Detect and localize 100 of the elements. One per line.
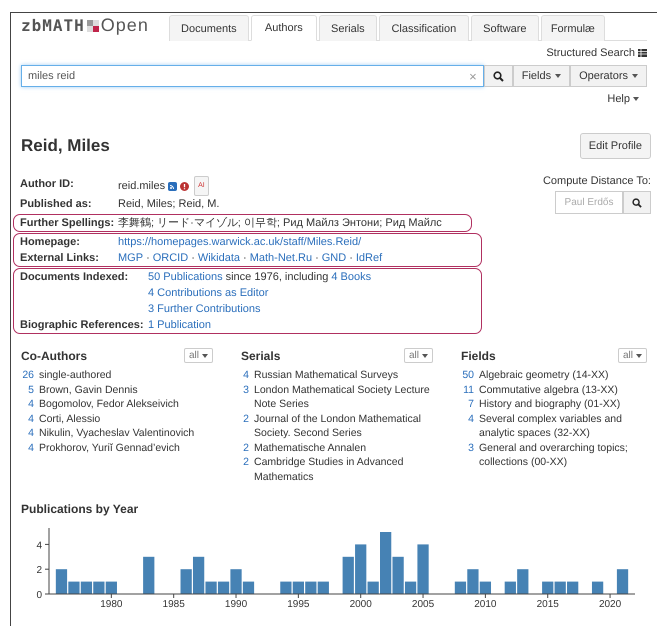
chart-bar	[554, 582, 566, 594]
help-menu[interactable]: Help	[607, 93, 630, 105]
list-item[interactable]: Brown, Gavin Dennis	[39, 382, 138, 397]
logo[interactable]: zbMATH Open	[21, 15, 149, 41]
list-item[interactable]: General and overarching topics; collections (00-XX)	[479, 440, 647, 470]
list-item[interactable]: History and biography (01-XX)	[479, 397, 620, 412]
list-item[interactable]: Mathematische Annalen	[254, 440, 366, 455]
author-name: Reid, Miles	[21, 136, 110, 156]
nav-tab[interactable]: Classification	[378, 15, 469, 41]
axis-label: 4	[36, 540, 42, 552]
list-item[interactable]: Nikulin, Vyacheslav Valentinovich	[39, 426, 194, 440]
filter-dropdown[interactable]: all	[184, 348, 213, 363]
search-field[interactable]: miles reid ×	[21, 65, 484, 87]
link[interactable]: 1 Publication	[148, 317, 211, 333]
nav-tab[interactable]: Software	[470, 15, 539, 41]
panel-title: Fields	[461, 348, 496, 362]
feed-icon[interactable]	[168, 182, 178, 190]
chart-bar	[292, 582, 304, 594]
filter-dropdown[interactable]: all	[404, 348, 433, 363]
nav-tab[interactable]: Formulæ	[540, 15, 605, 41]
field-label: Documents Indexed:	[20, 270, 130, 285]
link[interactable]: Math-Net.Ru	[250, 250, 312, 266]
axis-label: 2020	[598, 599, 622, 608]
caret-icon	[422, 354, 428, 358]
chart-bar	[93, 582, 104, 594]
count-link[interactable]: 4	[21, 440, 34, 455]
list-item[interactable]: Corti, Alessio	[39, 412, 100, 426]
field-label: Further Spellings:	[20, 216, 116, 231]
chart-bar	[592, 582, 604, 594]
field-label: External Links:	[20, 251, 100, 266]
search-button[interactable]	[484, 65, 513, 87]
count-link[interactable]: 4	[21, 426, 34, 440]
axis-label: 2	[36, 565, 42, 576]
compute-distance-label: Compute Distance To:	[542, 175, 651, 187]
field-value: since 1976, including	[226, 270, 328, 285]
count-link[interactable]: 2	[241, 455, 249, 484]
clear-icon[interactable]: ×	[469, 68, 477, 84]
count-link[interactable]: 3	[241, 382, 249, 412]
field-value: ·	[146, 251, 150, 266]
search-icon	[632, 198, 642, 208]
list-item[interactable]: single-authored	[39, 368, 112, 382]
nav-tab[interactable]: Serials	[318, 15, 377, 41]
list-item[interactable]: London Mathematical Society Lecture Note Series	[254, 382, 433, 412]
link[interactable]: IdRef	[356, 250, 382, 266]
caret-icon	[555, 74, 562, 78]
count-link[interactable]: 3	[461, 440, 474, 470]
chart-bar	[280, 582, 292, 594]
link[interactable]: 4 Contributions as Editor	[148, 285, 268, 301]
axis-label: 1995	[287, 599, 310, 608]
count-link[interactable]: 4	[241, 368, 249, 382]
count-link[interactable]: 26	[21, 368, 34, 382]
list-item[interactable]: Several complex variables and analytic spaces (32-XX)	[479, 412, 647, 440]
link[interactable]: Wikidata	[198, 250, 240, 266]
list-item[interactable]: Cambridge Studies in Advanced Mathematics	[254, 455, 433, 484]
nav-tab[interactable]: Authors	[250, 15, 317, 41]
list-item[interactable]: Algebraic geometry (14-XX)	[479, 368, 609, 382]
logo-text: Open	[100, 15, 149, 36]
chart-title: Publications by Year	[21, 502, 140, 516]
structured-search-link[interactable]: Structured Search	[546, 47, 635, 59]
link[interactable]: GND	[322, 250, 346, 266]
field-value: ·	[315, 251, 319, 266]
chart-bar	[305, 582, 316, 594]
list-item[interactable]: Bogomolov, Fedor Alekseivich	[39, 397, 179, 412]
count-link[interactable]: 11	[461, 382, 474, 397]
list-item[interactable]: Prokhorov, Yuriĭ Gennad’evich	[39, 440, 180, 455]
link[interactable]: 50 Publications	[148, 269, 223, 285]
filter-dropdown[interactable]: all	[618, 348, 647, 363]
count-link[interactable]: 50	[461, 368, 474, 382]
link[interactable]: 4 Books	[331, 269, 372, 285]
list-icon	[638, 49, 647, 57]
count-link[interactable]: 4	[21, 397, 34, 412]
count-link[interactable]: 4	[21, 412, 34, 426]
axis-label: 2015	[536, 599, 559, 608]
axis-label: 1985	[162, 599, 185, 608]
field-label: Biographic References:	[20, 318, 144, 333]
count-link[interactable]: 4	[461, 412, 474, 440]
alert-icon[interactable]	[180, 182, 190, 190]
count-link[interactable]: 5	[21, 382, 34, 397]
link[interactable]: 3 Further Contributions	[148, 301, 260, 317]
link[interactable]: ORCID	[152, 250, 188, 266]
list-item[interactable]: Commutative algebra (13-XX)	[479, 382, 618, 397]
field-value: reid.miles	[118, 179, 166, 194]
search-button[interactable]	[623, 191, 651, 214]
axis-label: 1980	[100, 599, 122, 608]
panel-title: Serials	[241, 348, 280, 362]
link[interactable]: https://homepages.warwick.ac.uk/staff/Miles.Reid/	[118, 234, 362, 250]
count-link[interactable]: 7	[461, 397, 474, 412]
chart-bar	[616, 569, 628, 594]
count-link[interactable]: 2	[241, 440, 249, 455]
list-item[interactable]: Journal of the London Mathematical Society. Second Series	[254, 412, 433, 440]
list-item[interactable]: Russian Mathematical Surveys	[254, 368, 398, 382]
chart-bar	[567, 582, 578, 594]
edit-profile-button[interactable]: Edit Profile	[580, 133, 651, 159]
operators-dropdown[interactable]: Operators	[570, 65, 647, 87]
nav-tab[interactable]: Documents	[168, 15, 249, 41]
fields-dropdown[interactable]: Fields	[512, 65, 570, 87]
link[interactable]: MGP	[118, 250, 144, 266]
axis-label: 0	[36, 590, 42, 601]
count-link[interactable]: 2	[241, 412, 249, 440]
field-label: Homepage:	[20, 235, 81, 250]
